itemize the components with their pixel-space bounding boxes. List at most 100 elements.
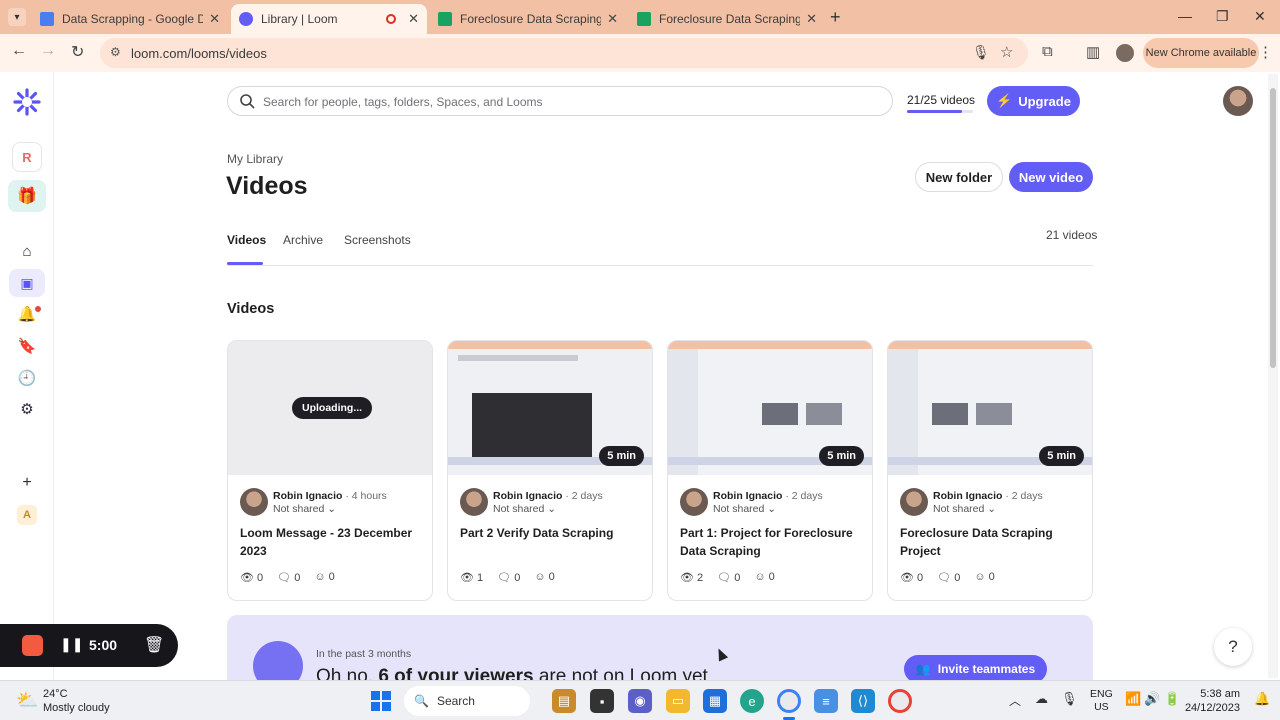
video-title[interactable]: Loom Message - 23 December 2023 xyxy=(240,524,422,560)
close-icon[interactable]: ✕ xyxy=(607,11,618,27)
weather-temperature[interactable]: 24°C xyxy=(43,688,68,700)
avatar xyxy=(900,488,928,516)
profile-avatar[interactable] xyxy=(1116,44,1134,62)
address-bar[interactable]: ⚙ loom.com/looms/videos 🎙 ☆ xyxy=(100,38,1028,68)
pause-button[interactable]: ❚❚ xyxy=(60,636,83,653)
add-workspace-icon[interactable]: + xyxy=(17,473,37,493)
settings-gear-icon[interactable]: ⚙ xyxy=(17,399,37,419)
new-chrome-available-button[interactable]: New Chrome available xyxy=(1143,38,1259,68)
duration-badge: 5 min xyxy=(1039,446,1084,466)
tab-foreclosure-sheet-1[interactable]: Foreclosure Data Scraping(12/0 ✕ xyxy=(430,4,626,34)
side-panel-icon[interactable]: ▥ xyxy=(1086,43,1100,61)
video-card[interactable]: Uploading... Robin Ignacio · 4 hours Not… xyxy=(227,340,433,601)
avatar xyxy=(460,488,488,516)
google-sheets-icon xyxy=(637,12,651,26)
bookmark-icon[interactable]: 🔖 xyxy=(17,336,37,356)
comments-icon: 🗨 0 xyxy=(937,572,961,584)
windows-start-icon[interactable] xyxy=(371,691,391,711)
notification-center-icon[interactable]: 🔔 xyxy=(1254,691,1270,707)
workspace-initial: R xyxy=(22,149,32,165)
volume-icon[interactable]: 🔊 xyxy=(1144,691,1160,707)
video-card[interactable]: 5 min Robin Ignacio · 2 days Not shared … xyxy=(887,340,1093,601)
invite-teammates-button[interactable]: 👥 Invite teammates xyxy=(904,655,1047,680)
banner-subtitle: In the past 3 months xyxy=(316,648,412,660)
forward-button[interactable]: → xyxy=(40,42,56,60)
home-icon[interactable]: ⌂ xyxy=(17,241,37,261)
share-status-dropdown[interactable]: Not shared ⌄ xyxy=(933,503,996,515)
search-input[interactable]: Search for people, tags, folders, Spaces… xyxy=(227,86,893,116)
video-author: Robin Ignacio · 2 days xyxy=(713,490,823,502)
google-docs-icon xyxy=(40,12,54,26)
task-view-icon[interactable]: ▪ xyxy=(590,689,614,713)
tab-foreclosure-sheet-2[interactable]: Foreclosure Data Scraping(12/0 ✕ xyxy=(629,4,825,34)
loom-logo[interactable] xyxy=(13,88,41,116)
comments-icon: 🗨 0 xyxy=(497,572,521,584)
notifications-bell-icon[interactable]: 🔔 xyxy=(17,304,37,324)
share-status-dropdown[interactable]: Not shared ⌄ xyxy=(273,503,336,515)
clock[interactable]: 5:38 am 24/12/2023 xyxy=(1180,687,1240,715)
maximize-button[interactable]: ❐ xyxy=(1216,8,1229,25)
page-scrollbar[interactable] xyxy=(1268,74,1278,678)
share-status-dropdown[interactable]: Not shared ⌄ xyxy=(713,503,776,515)
wifi-icon[interactable]: 📶 xyxy=(1125,691,1141,707)
new-video-button[interactable]: New video xyxy=(1009,162,1093,192)
video-usage-counter[interactable]: 21/25 videos xyxy=(907,93,975,113)
close-icon[interactable]: ✕ xyxy=(408,11,419,27)
tab-google-docs[interactable]: Data Scrapping - Google Docs ✕ xyxy=(32,4,228,34)
file-explorer-icon[interactable]: ▭ xyxy=(666,689,690,713)
weather-condition[interactable]: Mostly cloudy xyxy=(43,702,110,714)
notepad-icon[interactable]: ≡ xyxy=(814,689,838,713)
search-icon: 🔍 xyxy=(414,694,429,708)
taskbar-search[interactable]: 🔍 Search xyxy=(404,686,530,716)
tray-overflow-icon[interactable]: ︿ xyxy=(1009,692,1021,709)
share-status-dropdown[interactable]: Not shared ⌄ xyxy=(493,503,556,515)
tab-loom-library[interactable]: Library | Loom ✕ xyxy=(231,4,427,34)
new-folder-button[interactable]: New folder xyxy=(915,162,1003,192)
upgrade-button[interactable]: ⚡ Upgrade xyxy=(987,86,1080,116)
microphone-tray-icon[interactable]: 🎙 xyxy=(1061,691,1078,707)
video-card[interactable]: 5 min Robin Ignacio · 2 days Not shared … xyxy=(667,340,873,601)
battery-icon[interactable]: 🔋 xyxy=(1164,691,1180,707)
video-title[interactable]: Part 1: Project for Foreclosure Data Scr… xyxy=(680,524,862,560)
history-clock-icon[interactable]: 🕘 xyxy=(17,368,37,388)
workspace-switcher[interactable]: R xyxy=(12,142,42,172)
language-indicator[interactable]: ENG US xyxy=(1090,688,1113,714)
video-stats: 👁 2 🗨 0 ☺ 0 xyxy=(680,571,775,584)
teams-chat-icon[interactable]: ◉ xyxy=(628,689,652,713)
tab-search-dropdown[interactable]: ▾ xyxy=(8,8,26,26)
library-nav-item[interactable]: ▣ xyxy=(9,269,45,297)
breadcrumb[interactable]: My Library xyxy=(227,152,283,166)
edge-browser-icon[interactable]: e xyxy=(740,689,764,713)
new-tab-button[interactable]: + xyxy=(830,7,841,28)
more-menu-icon[interactable]: ⋮ xyxy=(1258,43,1273,61)
extensions-icon[interactable]: ⧉ xyxy=(1042,43,1053,60)
video-title[interactable]: Part 2 Verify Data Scraping xyxy=(460,524,642,542)
reload-button[interactable]: ↻ xyxy=(71,42,84,62)
site-info-icon[interactable]: ⚙ xyxy=(110,45,121,59)
microphone-icon[interactable]: 🎙 xyxy=(972,44,990,61)
back-button[interactable]: ← xyxy=(11,42,27,60)
reactions-icon: ☺ 0 xyxy=(754,571,775,583)
close-icon[interactable]: ✕ xyxy=(209,11,220,27)
tab-screenshots[interactable]: Screenshots xyxy=(344,233,411,247)
stop-recording-button[interactable] xyxy=(22,635,43,656)
onedrive-icon[interactable]: ☁ xyxy=(1035,691,1048,707)
video-card[interactable]: 5 min Robin Ignacio · 2 days Not shared … xyxy=(447,340,653,601)
user-avatar[interactable] xyxy=(1223,86,1253,116)
bookmark-star-icon[interactable]: ☆ xyxy=(1000,43,1013,61)
chrome-icon[interactable] xyxy=(777,689,801,713)
window-close-button[interactable]: ✕ xyxy=(1254,8,1266,25)
trash-icon[interactable]: 🗑 xyxy=(144,635,164,655)
gift-button[interactable]: 🎁 xyxy=(8,180,46,212)
chrome-profile-icon[interactable] xyxy=(888,689,912,713)
briefcase-app-icon[interactable]: ▤ xyxy=(552,689,576,713)
help-button[interactable]: ? xyxy=(1214,628,1252,666)
vscode-icon[interactable]: ⟨⟩ xyxy=(851,689,875,713)
tab-archive[interactable]: Archive xyxy=(283,233,323,247)
microsoft-store-icon[interactable]: ▦ xyxy=(703,689,727,713)
close-icon[interactable]: ✕ xyxy=(806,11,817,27)
workspace-a-button[interactable]: A xyxy=(17,505,37,525)
tab-videos[interactable]: Videos xyxy=(227,233,266,247)
minimize-button[interactable]: — xyxy=(1178,8,1192,24)
video-title[interactable]: Foreclosure Data Scraping Project xyxy=(900,524,1082,560)
